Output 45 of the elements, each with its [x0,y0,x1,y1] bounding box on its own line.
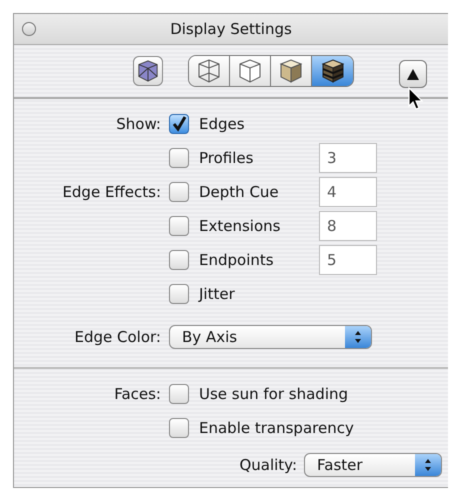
number-field[interactable]: 5 [319,245,377,275]
pointer-icon [408,87,424,111]
number-field[interactable]: 3 [319,143,377,173]
checkbox-label: Use sun for shading [199,385,348,403]
cube-icon [237,58,263,84]
face-style-button[interactable] [230,56,271,86]
checkbox-label: Endpoints [199,251,274,269]
field-label: Quality: [239,456,297,474]
checkbox-label: Profiles [199,149,254,167]
checkbox-label: Jitter [199,285,235,303]
face-style-button[interactable] [189,56,230,86]
number-field[interactable]: 4 [319,177,377,207]
triangle-icon [407,68,419,80]
stepper-icon [424,458,432,472]
checkbox[interactable] [169,384,189,404]
cube-icon [320,58,346,84]
xray-button[interactable] [133,56,163,86]
field-label: Edge Color: [74,328,161,346]
window-title: Display Settings [170,20,292,38]
group-label: Show: [116,115,161,133]
cube-icon [278,58,304,84]
group-label: Faces: [114,385,161,403]
collapse-button[interactable] [399,60,427,88]
checkbox[interactable] [169,148,189,168]
checkbox[interactable] [169,114,189,134]
group-label: Edge Effects: [62,183,161,201]
face-style-segmented-control[interactable] [188,55,354,87]
stepper-icon [354,330,362,344]
face-style-button[interactable] [271,56,312,86]
close-button[interactable] [22,22,36,36]
cube-icon [196,58,222,84]
checkbox[interactable] [169,284,189,304]
face-style-button[interactable] [312,56,353,86]
cube-icon [137,60,159,82]
checkbox[interactable] [169,216,189,236]
edge-color-dropdown[interactable]: By Axis [169,325,372,349]
number-field[interactable]: 8 [319,211,377,241]
checkbox[interactable] [169,418,189,438]
checkbox-label: Edges [199,115,245,133]
checkbox[interactable] [169,182,189,202]
checkbox-label: Depth Cue [199,183,279,201]
checkbox-label: Enable transparency [199,419,354,437]
checkbox-label: Extensions [199,217,280,235]
quality-dropdown[interactable]: Faster [304,453,442,477]
checkbox[interactable] [169,250,189,270]
